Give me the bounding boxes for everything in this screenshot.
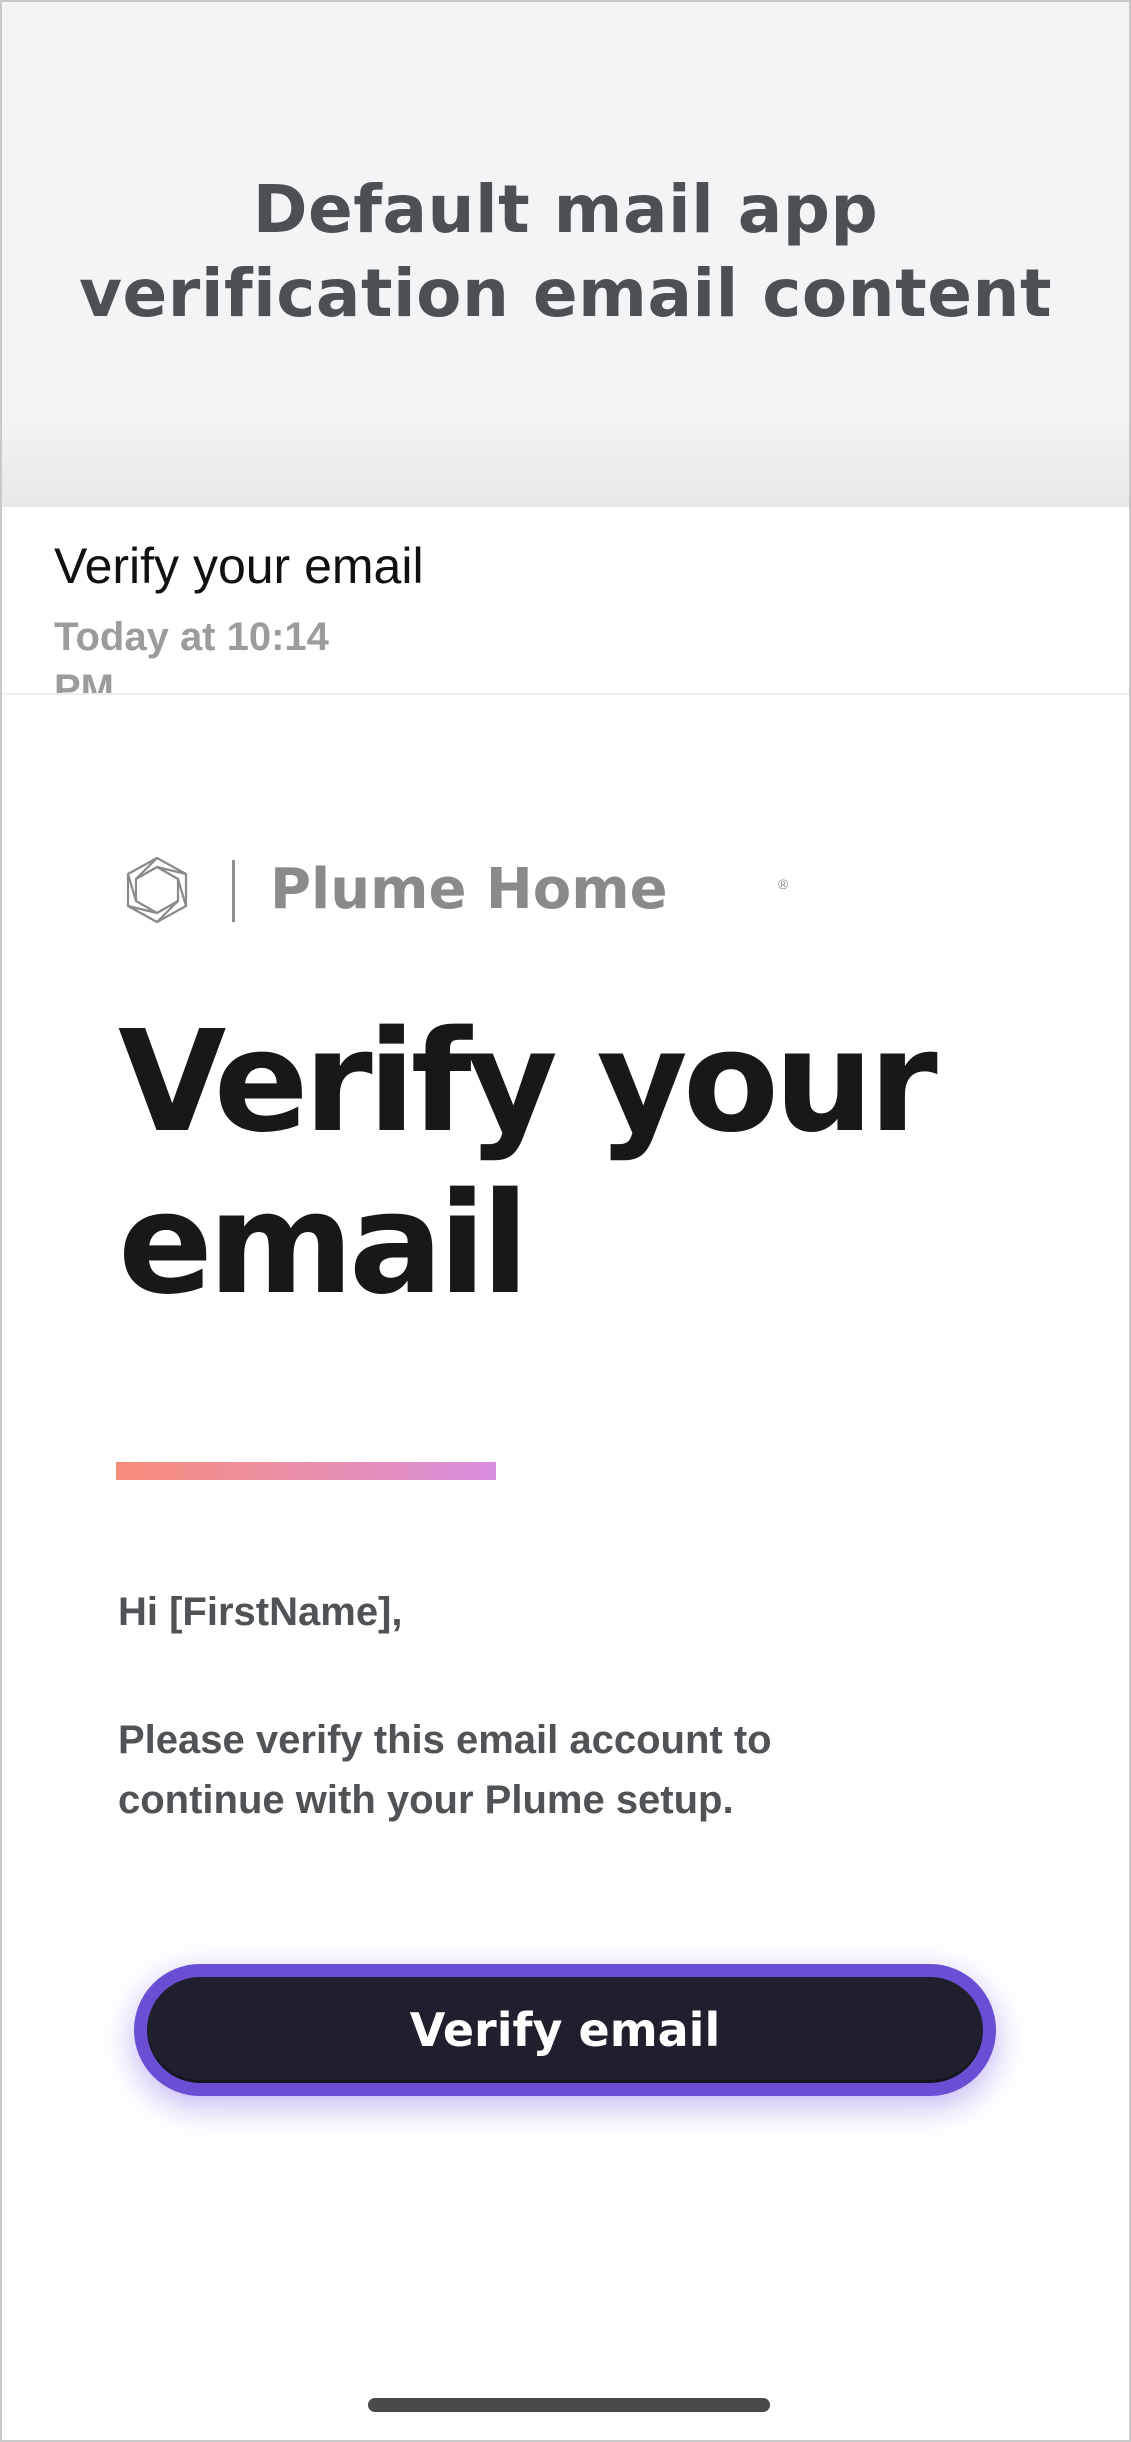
brand-divider <box>232 860 235 922</box>
email-body: Please verify this email account to cont… <box>118 1710 878 1830</box>
top-banner: Default mail app verification email cont… <box>2 2 1129 507</box>
mail-timestamp: Today at 10:14 PM <box>54 615 329 695</box>
email-body-line1: Please verify this email account to <box>118 1718 772 1762</box>
brand-name: Plume Home <box>270 857 668 922</box>
banner-title: Default mail app verification email cont… <box>2 168 1129 336</box>
verify-email-button[interactable]: Verify email <box>134 1964 996 2096</box>
banner-title-line2: verification email content <box>78 255 1053 332</box>
registered-mark: ® <box>778 876 789 892</box>
phone-frame: Default mail app verification email cont… <box>0 0 1131 2442</box>
verify-email-button-label: Verify email <box>409 2003 721 2057</box>
mail-subject: Verify your email <box>54 538 424 594</box>
email-greeting: Hi [FirstName], <box>118 1590 403 1634</box>
accent-gradient-bar <box>116 1462 496 1480</box>
brand-header: Plume Home ® <box>118 854 818 926</box>
banner-title-line1: Default mail app <box>252 171 879 248</box>
headline-line2: email <box>118 1163 529 1326</box>
plume-logo-icon <box>126 856 188 924</box>
headline-line1: Verify your <box>118 1001 938 1164</box>
mail-header: Verify your email Today at 10:14 PM <box>2 507 1129 695</box>
email-headline: Verify your email <box>118 1002 1018 1326</box>
home-indicator[interactable] <box>368 2398 770 2412</box>
email-body-line2: continue with your Plume setup. <box>118 1778 734 1822</box>
